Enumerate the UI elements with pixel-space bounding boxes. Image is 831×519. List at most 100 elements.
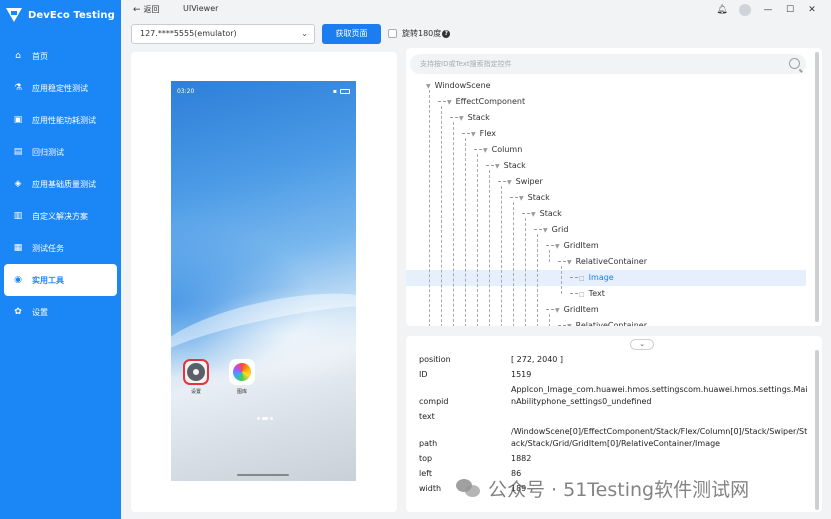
property-value[interactable]: 1882	[511, 451, 811, 466]
tree-node-label: GridItem	[563, 305, 599, 314]
caret-down-icon[interactable]: ▼	[567, 259, 572, 266]
tree-connector	[558, 261, 566, 262]
phone-time: 03:20	[177, 88, 195, 95]
sidebar-item-label: 自定义解决方案	[32, 211, 88, 221]
stability-icon: ⚗	[13, 83, 23, 93]
caret-down-icon[interactable]: ▼	[519, 195, 524, 202]
sidebar-item-label: 应用稳定性测试	[32, 83, 88, 93]
caret-down-icon[interactable]: ▼	[495, 163, 500, 170]
tree-node-label: Stack	[467, 113, 490, 122]
deveco-logo-icon	[6, 8, 23, 22]
sidebar-item-4[interactable]: ◈ 应用基础质量测试	[4, 168, 117, 200]
watermark: 公众号 · 51Testing软件测试网	[456, 475, 749, 502]
tree-node[interactable]: ▼RelativeContainer	[406, 254, 806, 270]
tree-connector	[570, 277, 578, 278]
settings-icon: ✿	[14, 307, 22, 317]
tree-connector	[486, 165, 494, 166]
property-value[interactable]: /WindowScene[0]/EffectComponent/Stack/Fl…	[511, 424, 811, 451]
tree-connector	[498, 181, 506, 182]
tree-node[interactable]: □ Image	[406, 270, 806, 286]
device-screenshot[interactable]: 03:20 ▪ 设置 图库	[171, 81, 356, 481]
tree-node[interactable]: ▼ GridItem	[406, 238, 806, 254]
sidebar-item-0[interactable]: ⌂ 首页	[4, 40, 117, 72]
sidebar-item-label: 应用性能功耗测试	[32, 115, 96, 125]
device-select[interactable]: 127.****5555(emulator) ⌄	[131, 24, 315, 44]
minimize-icon[interactable]: —	[757, 3, 779, 17]
sidebar-item-5[interactable]: ▥ 自定义解决方案	[4, 200, 117, 232]
caret-down-icon[interactable]: ▼	[426, 83, 431, 90]
sidebar-item-8[interactable]: ✿ 设置	[4, 296, 117, 328]
property-value[interactable]	[511, 409, 811, 424]
bell-icon[interactable]: 🔔︎	[711, 3, 733, 17]
tree-node[interactable]: ▼ Stack	[406, 206, 806, 222]
caret-down-icon[interactable]: ▼	[471, 131, 476, 138]
task-icon: ▦	[13, 243, 23, 253]
caret-down-icon[interactable]: ▼	[555, 307, 560, 314]
tree-search-input[interactable]: 支持按ID或Text搜索指定控件	[410, 54, 806, 74]
property-row: compid AppIcon_Image_com.huawei.hmos.sett…	[419, 382, 819, 409]
caret-down-icon[interactable]: ▼	[531, 211, 536, 218]
sidebar-item-7[interactable]: ◉ 实用工具	[4, 264, 117, 296]
tree-node[interactable]: ▼ Stack	[406, 158, 806, 174]
quality-icon: ◈	[14, 179, 22, 189]
caret-down-icon[interactable]: ▼	[555, 243, 560, 250]
tree-node[interactable]: ▼ EffectComponent	[406, 94, 806, 110]
rotate-180-toggle[interactable]: 旋转180度 ?	[388, 28, 451, 39]
chevron-down-icon: ⌄	[301, 29, 308, 38]
tree-node[interactable]: ▼ Stack	[406, 190, 806, 206]
property-value[interactable]: AppIcon_Image_com.huawei.hmos.settingsco…	[511, 382, 811, 409]
app-window: DevEco Testing ⌂ 首页 ⚗ 应用稳定性测试 ▣ 应用性能功耗测试 ▤ 回归测试…	[0, 0, 831, 519]
tree-node[interactable]: ▼ Stack	[406, 110, 806, 126]
tools-icon: ◉	[14, 275, 22, 285]
sidebar-item-1[interactable]: ⚗ 应用稳定性测试	[4, 72, 117, 104]
sidebar-item-6[interactable]: ▦ 测试任务	[4, 232, 117, 264]
tree-connector	[474, 149, 482, 150]
tree-node[interactable]: ▼RelativeContainer	[406, 318, 806, 326]
tree-guide-line	[549, 314, 550, 326]
tree-node[interactable]: ▼ WindowScene	[406, 78, 806, 94]
breadcrumb: UIViewer	[183, 4, 219, 13]
properties-scrollbar[interactable]	[815, 350, 819, 510]
tree-node-label: Column	[491, 145, 523, 154]
tree-node[interactable]: □ Text	[406, 286, 806, 302]
tree-node[interactable]: ▼ Column	[406, 142, 806, 158]
fetch-page-button[interactable]: 获取页面	[322, 24, 381, 44]
caret-down-icon[interactable]: ▼	[543, 227, 548, 234]
tree-node-label: Stack	[503, 161, 526, 170]
search-icon[interactable]	[789, 58, 800, 69]
help-icon[interactable]: ?	[442, 29, 451, 38]
tree-node[interactable]: ▼ Swiper	[406, 174, 806, 190]
tree-connector	[438, 101, 446, 102]
page-indicator	[257, 417, 273, 420]
avatar[interactable]	[739, 4, 751, 16]
rotate-checkbox[interactable]	[388, 29, 397, 38]
caret-down-icon[interactable]: ▼	[507, 179, 512, 186]
close-icon[interactable]: ✕	[801, 3, 823, 17]
collapse-toggle-button[interactable]: ⌄	[630, 339, 654, 350]
sidebar-item-2[interactable]: ▣ 应用性能功耗测试	[4, 104, 117, 136]
back-button[interactable]: ← 返回	[133, 4, 160, 15]
tree-node[interactable]: ▼ GridItem	[406, 302, 806, 318]
tree-node[interactable]: ▼ Flex	[406, 126, 806, 142]
sidebar-item-3[interactable]: ▤ 回归测试	[4, 136, 117, 168]
settings-app[interactable]: 设置	[182, 359, 210, 395]
property-key: position	[419, 355, 451, 364]
search-placeholder: 支持按ID或Text搜索指定控件	[420, 60, 512, 68]
back-label: 返回	[143, 5, 160, 14]
sidebar-item-label: 回归测试	[32, 147, 64, 157]
caret-down-icon[interactable]: ▼	[459, 115, 464, 122]
maximize-icon[interactable]: ☐	[779, 3, 801, 17]
window-controls: 🔔︎ — ☐ ✕	[711, 3, 823, 17]
property-value[interactable]: [ 272, 2040 ]	[511, 352, 811, 367]
gallery-app[interactable]: 图库	[228, 359, 256, 395]
property-value[interactable]: 1519	[511, 367, 811, 382]
caret-down-icon[interactable]: ▼	[567, 323, 572, 326]
tree-scrollbar[interactable]	[815, 52, 819, 322]
caret-down-icon[interactable]: ▼	[447, 99, 452, 106]
tree-guide-line	[537, 234, 538, 326]
tree-connector	[546, 309, 554, 310]
tree-node-label: Swiper	[515, 177, 543, 186]
sidebar-item-label: 首页	[32, 51, 48, 61]
tree-node[interactable]: ▼ Grid	[406, 222, 806, 238]
caret-down-icon[interactable]: ▼	[483, 147, 488, 154]
